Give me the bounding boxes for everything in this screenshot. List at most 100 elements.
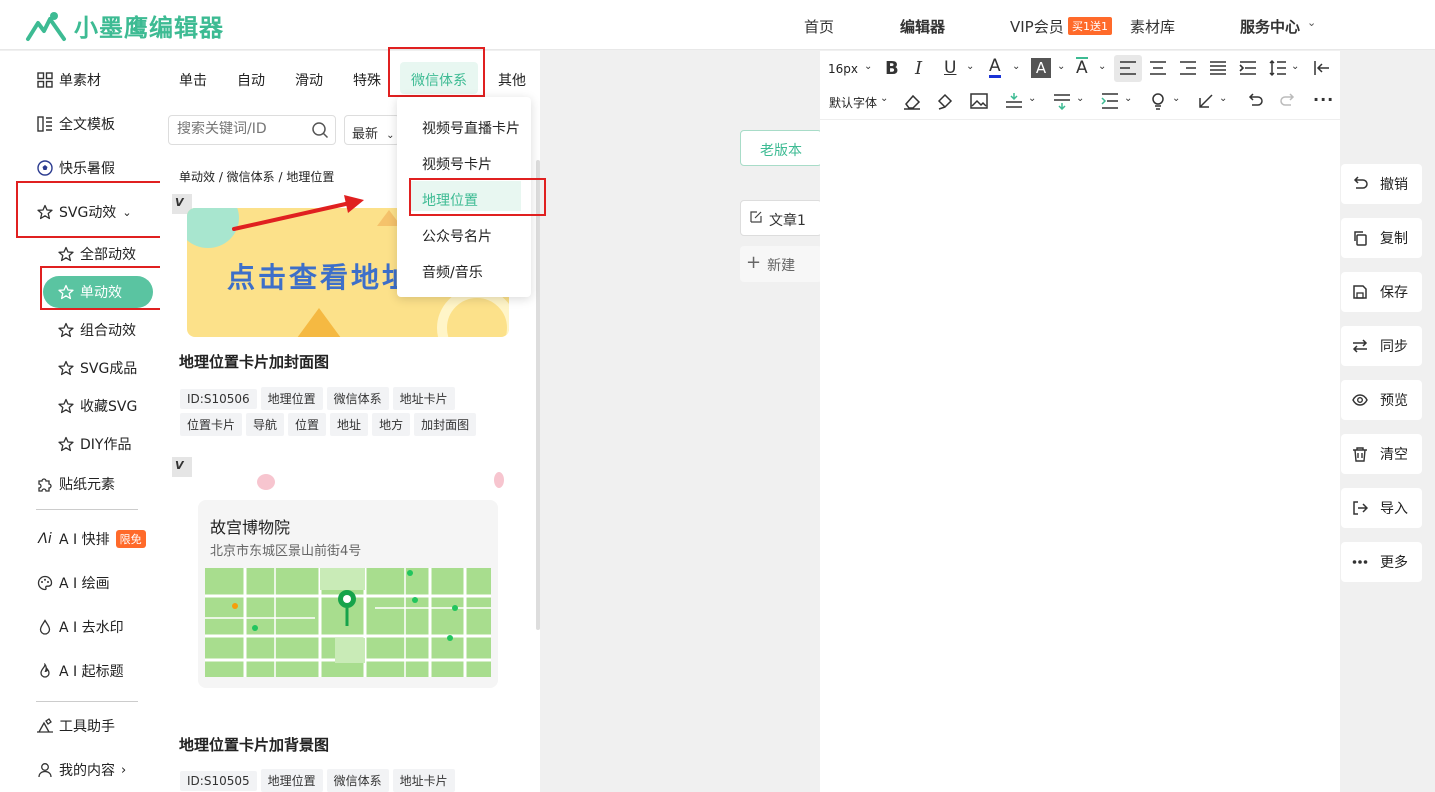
exit-icon[interactable] <box>1313 59 1331 77</box>
article-tab-1[interactable]: 文章1 <box>740 200 822 236</box>
letter-spacing-icon[interactable] <box>1100 92 1120 110</box>
underline-icon[interactable]: U <box>944 58 956 78</box>
lightbulb-icon[interactable] <box>1150 92 1166 110</box>
sidebar-item-template[interactable]: 全文模板 <box>36 112 115 136</box>
tag[interactable]: 位置 <box>288 413 327 436</box>
search-field[interactable] <box>177 121 307 137</box>
nav-vip[interactable]: VIP会员 <box>1010 16 1064 37</box>
chevron-down-icon[interactable]: ⌄ <box>1172 93 1180 104</box>
image-icon[interactable] <box>970 92 988 110</box>
logo[interactable]: 小墨鹰编辑器 <box>24 8 224 43</box>
chevron-down-icon[interactable]: ⌄ <box>1012 61 1020 72</box>
sync-button[interactable]: 同步 <box>1341 326 1422 366</box>
copy-button[interactable]: 复制 <box>1341 218 1422 258</box>
sidebar-item-tools[interactable]: 工具助手 <box>36 714 115 738</box>
editor-canvas[interactable] <box>820 51 1340 792</box>
spacing-bottom-icon[interactable] <box>1052 92 1072 110</box>
sidebar-item-ai-watermark[interactable]: A I 去水印 <box>36 615 124 639</box>
search-input[interactable] <box>168 115 336 145</box>
indent-icon[interactable] <box>1239 60 1257 76</box>
spacing-top-icon[interactable] <box>1004 92 1024 110</box>
tab-other[interactable]: 其他 <box>498 70 526 90</box>
tag[interactable]: 微信体系 <box>326 387 389 410</box>
undo-button[interactable]: 撤销 <box>1341 164 1422 204</box>
sidebar-item-single[interactable]: 单素材 <box>36 68 101 92</box>
tag[interactable]: 地理位置 <box>260 387 323 410</box>
panel-scrollbar[interactable] <box>536 160 540 630</box>
sidebar-subitem-finished[interactable]: SVG成品 <box>57 356 137 380</box>
dropdown-item-live-card[interactable]: 视频号直播卡片 <box>422 118 520 138</box>
sidebar-item-ai-title[interactable]: A I 起标题 <box>36 659 124 683</box>
tag[interactable]: 微信体系 <box>326 769 389 792</box>
nav-service[interactable]: 服务中心 <box>1240 16 1300 37</box>
chevron-down-icon[interactable]: ⌄ <box>1028 93 1036 104</box>
sidebar-item-sticker[interactable]: 贴纸元素 <box>36 472 115 496</box>
italic-icon[interactable]: I <box>915 58 922 79</box>
sidebar-item-ai-draw[interactable]: A I 绘画 <box>36 571 110 595</box>
format-brush-icon[interactable] <box>936 92 954 110</box>
eraser-icon[interactable] <box>903 92 921 110</box>
dropdown-item-audio[interactable]: 音频/音乐 <box>422 262 483 282</box>
highlight-color-icon[interactable]: A <box>1031 58 1051 78</box>
sidebar-item-mine[interactable]: 我的内容 › <box>36 758 126 782</box>
chevron-down-icon[interactable]: ⌄ <box>1124 93 1132 104</box>
chevron-down-icon[interactable]: ⌄ <box>966 61 974 72</box>
arrow-down-left-icon[interactable] <box>1197 92 1215 110</box>
chevron-down-icon[interactable]: ⌄ <box>1057 61 1065 72</box>
chevron-down-icon[interactable]: ⌄ <box>1076 93 1084 104</box>
tag[interactable]: 位置卡片 <box>180 413 243 436</box>
align-center-icon[interactable] <box>1149 60 1167 76</box>
font-color-icon[interactable]: A <box>989 57 1001 78</box>
petal-decoration <box>257 474 275 490</box>
tag[interactable]: 地址卡片 <box>392 387 455 410</box>
chevron-down-icon[interactable]: ⌄ <box>1219 93 1227 104</box>
preview-button[interactable]: 预览 <box>1341 380 1422 420</box>
import-button[interactable]: 导入 <box>1341 488 1422 528</box>
redo-icon[interactable] <box>1279 92 1297 110</box>
tag[interactable]: 地址卡片 <box>392 769 455 792</box>
tag[interactable]: 地理位置 <box>260 769 323 792</box>
dropdown-item-channel-card[interactable]: 视频号卡片 <box>422 154 492 174</box>
tag[interactable]: ID:S10506 <box>180 389 257 409</box>
sidebar-subitem-diy[interactable]: DIY作品 <box>57 432 131 456</box>
font-size-select[interactable]: 16px <box>828 62 858 76</box>
sidebar-item-summer[interactable]: 快乐暑假 <box>36 156 115 180</box>
sidebar-subitem-fav[interactable]: 收藏SVG <box>57 394 137 418</box>
more-button[interactable]: 更多 <box>1341 542 1422 582</box>
sort-select[interactable]: 最新 ⌄ <box>344 115 400 145</box>
sidebar-item-ai-layout[interactable]: Λi A I 快排 限免 <box>36 527 146 551</box>
chevron-down-icon[interactable]: ⌄ <box>1291 61 1299 72</box>
save-button[interactable]: 保存 <box>1341 272 1422 312</box>
sidebar-subitem-combo[interactable]: 组合动效 <box>57 318 136 342</box>
tag[interactable]: ID:S10505 <box>180 771 257 791</box>
chevron-down-icon[interactable]: ⌄ <box>1098 61 1106 72</box>
align-right-icon[interactable] <box>1179 60 1197 76</box>
text-effect-icon[interactable]: A <box>1076 57 1088 77</box>
tab-special[interactable]: 特殊 <box>353 70 381 90</box>
bold-icon[interactable]: B <box>885 58 899 79</box>
tag[interactable]: 地址 <box>330 413 369 436</box>
font-family-select[interactable]: 默认字体 <box>829 94 877 111</box>
align-left-icon[interactable] <box>1119 60 1137 76</box>
tag[interactable]: 地方 <box>372 413 411 436</box>
more-options-icon[interactable]: ··· <box>1313 90 1334 109</box>
nav-library[interactable]: 素材库 <box>1130 16 1175 37</box>
tag[interactable]: 加封面图 <box>414 413 477 436</box>
nav-editor[interactable]: 编辑器 <box>900 16 945 37</box>
clear-button[interactable]: 清空 <box>1341 434 1422 474</box>
chevron-down-icon[interactable]: ⌄ <box>864 61 872 72</box>
chevron-down-icon[interactable]: ⌄ <box>880 93 888 104</box>
old-version-button[interactable]: 老版本 <box>740 130 822 166</box>
line-height-icon[interactable] <box>1269 59 1287 77</box>
align-justify-icon[interactable] <box>1209 60 1227 76</box>
tab-auto[interactable]: 自动 <box>237 70 265 90</box>
tab-slide[interactable]: 滑动 <box>295 70 323 90</box>
undo-icon[interactable] <box>1246 92 1264 110</box>
tab-click[interactable]: 单击 <box>179 70 207 90</box>
search-icon[interactable] <box>311 121 329 139</box>
nav-home[interactable]: 首页 <box>804 16 834 37</box>
sidebar-subitem-all[interactable]: 全部动效 <box>57 242 136 266</box>
dropdown-item-account-card[interactable]: 公众号名片 <box>422 226 492 246</box>
tag[interactable]: 导航 <box>246 413 285 436</box>
new-article-button[interactable]: + 新建 <box>740 246 822 282</box>
